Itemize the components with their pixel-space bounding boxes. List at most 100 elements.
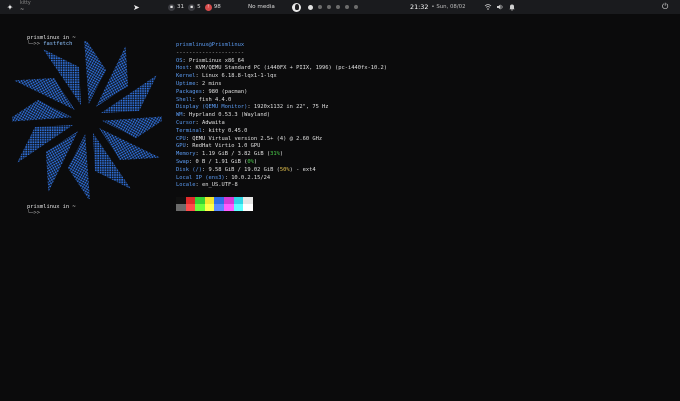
sysinfo-value: 1920x1132 in 22", 75 Hz xyxy=(253,104,329,111)
user-menu[interactable] xyxy=(292,0,301,14)
sysinfo-value: fish 4.4.0 xyxy=(198,96,232,103)
sysinfo-value: PrismLinux x86_64 xyxy=(189,57,245,64)
system-info: prismlinux@Prismlinux ------------------… xyxy=(176,42,387,190)
notifications-icon[interactable] xyxy=(508,3,516,11)
sysinfo-key: GPU xyxy=(176,143,186,150)
sysinfo-row: Shell: fish 4.4.0 xyxy=(176,96,232,103)
sysinfo-key: Uptime xyxy=(176,80,196,87)
disk-value: 98 xyxy=(213,4,221,10)
sysinfo-key: CPU xyxy=(176,135,186,142)
workspace-3[interactable] xyxy=(327,5,331,9)
clock[interactable]: 21:32 • Sun, 08/02 xyxy=(410,0,466,14)
prismlinux-logo xyxy=(12,41,162,199)
sysinfo-value-suffix: ) xyxy=(253,158,258,165)
sysinfo-percent: 31% xyxy=(270,151,280,158)
palette-swatch xyxy=(243,197,253,204)
workspace-5[interactable] xyxy=(345,5,349,9)
palette-swatch xyxy=(214,204,224,211)
cpu-icon: ▪ xyxy=(168,3,175,11)
disk-icon: ! xyxy=(204,3,212,11)
sysinfo-row: GPU: RedHat Virtio 1.0 GPU xyxy=(176,143,261,150)
sysinfo-value: 10.0.2.15/24 xyxy=(231,174,271,181)
network-icon[interactable] xyxy=(484,3,492,11)
volume-icon[interactable] xyxy=(496,3,504,11)
sysinfo-header: prismlinux@Prismlinux xyxy=(176,42,245,48)
sysinfo-row: OS: PrismLinux x86_64 xyxy=(176,57,245,64)
sysinfo-key: Display (QEMU Monitor) xyxy=(176,104,248,111)
power-icon[interactable]: ⏻ xyxy=(662,0,668,14)
palette-swatch xyxy=(233,204,244,211)
color-palette xyxy=(176,197,253,211)
palette-swatch xyxy=(185,197,196,204)
sysinfo-value: 2 mins xyxy=(201,80,222,87)
palette-swatch xyxy=(195,197,205,204)
palette-swatch xyxy=(176,197,186,204)
sysinfo-row: Uptime: 2 mins xyxy=(176,80,222,87)
sysinfo-row: Disk (/): 9.58 GiB / 19.02 GiB (50%) - e… xyxy=(176,166,316,173)
sysinfo-value-suffix: ) - ext4 xyxy=(289,166,316,173)
sysinfo-value: en_US.UTF-8 xyxy=(201,182,238,189)
sysinfo-row: WM: Hyprland 0.53.3 (Wayland) xyxy=(176,112,271,119)
workspace-4[interactable] xyxy=(336,5,340,9)
workspace-6[interactable] xyxy=(354,5,358,9)
sysinfo-key: Shell xyxy=(176,96,193,103)
sysinfo-separator: --------------------- xyxy=(176,49,245,56)
sysinfo-value-suffix: ) xyxy=(279,151,284,158)
workspace-2[interactable] xyxy=(318,5,322,9)
command-line-2[interactable]: └─>> xyxy=(14,203,40,224)
hyprland-star-icon[interactable]: ✦ xyxy=(6,0,14,14)
sysinfo-key: Host xyxy=(176,65,189,72)
palette-swatch xyxy=(195,204,205,211)
sysinfo-row: Swap: 0 B / 1.91 GiB (0%) xyxy=(176,158,258,165)
sysinfo-key: Locale xyxy=(176,182,196,189)
media-status[interactable]: No media xyxy=(248,0,275,14)
sysinfo-key: Cursor xyxy=(176,119,196,126)
sysinfo-row: CPU: QEMU Virtual version 2.5+ (4) @ 2.6… xyxy=(176,135,323,142)
sysinfo-value: Linux 6.18.8-lqx1-1-lqx xyxy=(201,73,277,80)
sysinfo-row: Local IP (ens3): 10.0.2.15/24 xyxy=(176,174,271,181)
sysinfo-key: Packages xyxy=(176,88,202,95)
sysinfo-row: Host: KVM/QEMU Standard PC (i440FX + PII… xyxy=(176,65,387,72)
palette-swatch xyxy=(204,204,215,211)
memory-value: 5 xyxy=(197,4,201,10)
window-subtitle: ~ xyxy=(20,7,25,13)
palette-swatch xyxy=(185,204,196,211)
top-bar: ✦ kitty ~ ➤ ▪ 31 ▪ 5 ! 98 No media 21:32… xyxy=(0,0,680,14)
terminal-window[interactable]: prismlinux in ~ └─>> fastfetch prismlinu… xyxy=(0,14,680,401)
sysinfo-percent: 50% xyxy=(279,166,290,173)
cpu-stat[interactable]: ▪ 31 xyxy=(168,3,184,11)
avatar xyxy=(292,2,301,12)
sysinfo-key: Terminal xyxy=(176,127,202,134)
prompt-arrow-2: └─>> xyxy=(26,210,40,216)
sysinfo-row: Terminal: kitty 0.45.0 xyxy=(176,127,248,134)
sysinfo-value: 980 (pacman) xyxy=(208,88,248,95)
sysinfo-value: 9.58 GiB / 19.02 GiB ( xyxy=(208,166,280,173)
sysinfo-value: KVM/QEMU Standard PC (i440FX + PIIX, 199… xyxy=(195,65,387,72)
workspace-1[interactable] xyxy=(308,4,313,10)
clock-date: • Sun, 08/02 xyxy=(431,4,466,10)
resource-stats: ▪ 31 ▪ 5 ! 98 xyxy=(168,0,221,14)
sysinfo-row: Kernel: Linux 6.18.8-lqx1-1-lqx xyxy=(176,73,277,80)
sysinfo-value: kitty 0.45.0 xyxy=(208,127,248,134)
palette-swatch xyxy=(223,197,234,204)
sysinfo-row: Display (QEMU Monitor): 1920x1132 in 22"… xyxy=(176,104,329,111)
disk-stat[interactable]: ! 98 xyxy=(204,3,221,11)
palette-swatch xyxy=(176,204,186,211)
sysinfo-key: Memory xyxy=(176,151,196,158)
active-window: kitty ~ xyxy=(20,0,31,14)
workspace-switcher xyxy=(308,0,358,14)
palette-swatch xyxy=(233,197,244,204)
sysinfo-value: RedHat Virtio 1.0 GPU xyxy=(192,143,261,150)
sysinfo-row: Locale: en_US.UTF-8 xyxy=(176,182,238,189)
sysinfo-row: Memory: 1.19 GiB / 3.82 GiB (31%) xyxy=(176,151,284,158)
memory-stat[interactable]: ▪ 5 xyxy=(188,3,201,11)
mouse-cursor-icon: ➤ xyxy=(133,2,140,12)
sysinfo-row: Cursor: Adwaita xyxy=(176,119,225,126)
palette-swatch xyxy=(204,197,215,204)
sysinfo-key: Disk (/) xyxy=(176,166,202,173)
palette-swatch xyxy=(223,204,234,211)
sysinfo-value: Hyprland 0.53.3 (Wayland) xyxy=(189,112,271,119)
system-tray xyxy=(484,0,516,14)
memory-icon: ▪ xyxy=(188,3,196,11)
palette-swatch xyxy=(243,204,253,211)
